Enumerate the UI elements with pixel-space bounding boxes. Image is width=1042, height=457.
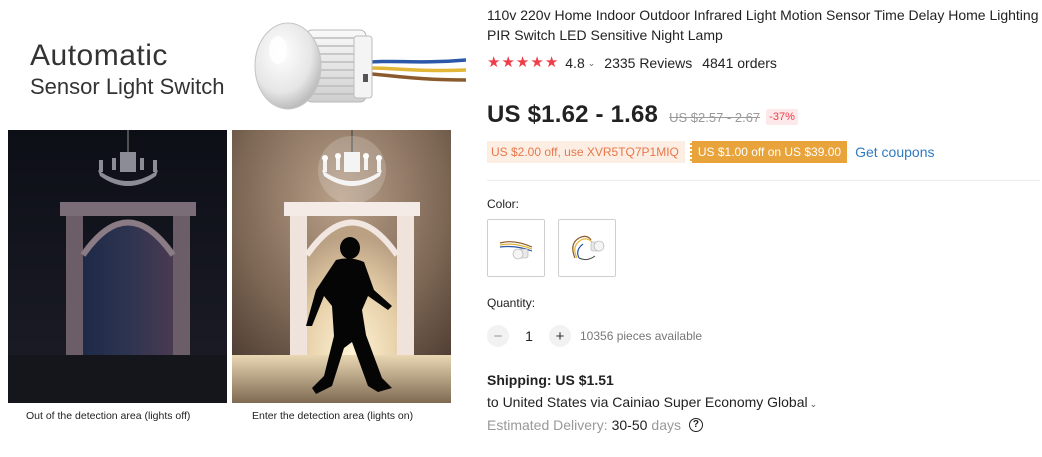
scene-lights-off bbox=[8, 130, 227, 403]
section-divider bbox=[487, 180, 1040, 181]
quantity-increase-button[interactable]: + bbox=[549, 325, 571, 347]
current-price: US $1.62 - 1.68 bbox=[487, 101, 659, 128]
reviews-link[interactable]: 2335 Reviews bbox=[604, 55, 692, 71]
delivery-unit: days bbox=[651, 417, 681, 433]
star-icon: ★ bbox=[544, 54, 559, 71]
shipping-cost: Shipping: US $1.51 bbox=[487, 372, 614, 388]
star-icon: ★ bbox=[515, 54, 530, 71]
chevron-down-icon[interactable]: ⌄ bbox=[810, 399, 818, 409]
stock-available: 10356 pieces available bbox=[580, 329, 703, 343]
scene-lights-on bbox=[232, 130, 451, 403]
caption-lights-on: Enter the detection area (lights on) bbox=[252, 410, 414, 422]
image-headline-line1: Automatic bbox=[30, 39, 168, 72]
caption-lights-off: Out of the detection area (lights off) bbox=[26, 410, 191, 422]
color-option-coiled-leads[interactable] bbox=[558, 219, 616, 277]
quantity-label: Quantity: bbox=[487, 296, 536, 310]
product-info-panel: 110v 220v Home Indoor Outdoor Infrared L… bbox=[487, 0, 1042, 433]
pir-sensor-illustration bbox=[254, 22, 466, 110]
original-price: US $2.57 - 2.67 bbox=[669, 109, 761, 125]
star-icon: ★ bbox=[501, 54, 515, 71]
image-headline-line2: Sensor Light Switch bbox=[30, 74, 225, 99]
product-main-image[interactable]: Automatic Sensor Light Switch Out of the… bbox=[0, 0, 470, 457]
quantity-decrease-button[interactable]: − bbox=[487, 325, 509, 347]
shipping-route-text[interactable]: to United States via Cainiao Super Econo… bbox=[487, 394, 808, 410]
product-title: 110v 220v Home Indoor Outdoor Infrared L… bbox=[487, 7, 1039, 43]
shipping-method-selector[interactable]: to United States via Cainiao Super Econo… bbox=[487, 394, 1042, 410]
rating-value[interactable]: 4.8 bbox=[565, 55, 584, 71]
sensor-thumbnail-icon bbox=[499, 241, 533, 260]
color-label: Color: bbox=[487, 197, 520, 211]
coupon-row: US $2.00 off, use XVR5TQ7P1MIQ US $1.00 … bbox=[487, 141, 1042, 163]
orders-count: 4841 orders bbox=[702, 55, 777, 71]
get-coupons-link[interactable]: Get coupons bbox=[855, 144, 934, 160]
store-coupon-tag[interactable]: US $2.00 off, use XVR5TQ7P1MIQ bbox=[487, 141, 685, 163]
discount-badge: -37% bbox=[766, 108, 798, 125]
quantity-input[interactable] bbox=[509, 328, 549, 344]
image-headline: Automatic Sensor Light Switch bbox=[30, 40, 224, 100]
promo-coupon-tag[interactable]: US $1.00 off on US $39.00 bbox=[689, 141, 848, 163]
rating-stars: ★ ★ ★ ★ ★ bbox=[487, 55, 558, 71]
chevron-down-icon[interactable]: ⌄ bbox=[588, 58, 596, 69]
delivery-days: 30-50 bbox=[611, 417, 648, 433]
quantity-stepper: − + 10356 pieces available bbox=[487, 325, 1042, 347]
price-row: US $1.62 - 1.68 US $2.57 - 2.67 -37% bbox=[487, 101, 1042, 129]
star-icon: ★ bbox=[530, 54, 544, 71]
star-icon: ★ bbox=[487, 54, 501, 71]
color-option-short-leads[interactable] bbox=[487, 219, 545, 277]
delivery-label: Estimated Delivery: bbox=[487, 417, 608, 433]
rating-row: ★ ★ ★ ★ ★ 4.8 ⌄ 2335 Reviews 4841 orders bbox=[487, 54, 1042, 72]
color-options bbox=[487, 219, 1042, 277]
estimated-delivery: Estimated Delivery: 30-50 days ? bbox=[487, 417, 1042, 433]
sensor-thumbnail-icon bbox=[572, 235, 605, 261]
help-icon[interactable]: ? bbox=[688, 418, 703, 432]
